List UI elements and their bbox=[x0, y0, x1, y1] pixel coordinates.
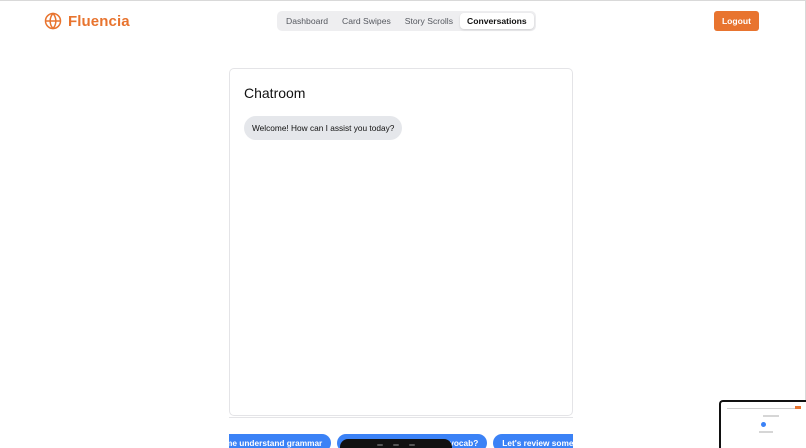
tab-conversations[interactable]: Conversations bbox=[460, 13, 534, 29]
screenshot-thumbnail-preview[interactable] bbox=[719, 400, 806, 448]
suggestion-chip-grammar[interactable]: me understand grammar bbox=[229, 434, 332, 448]
thumbnail-line bbox=[759, 431, 773, 433]
tab-dashboard[interactable]: Dashboard bbox=[279, 13, 335, 29]
logout-button[interactable]: Logout bbox=[714, 11, 759, 31]
nav-tabs: Dashboard Card Swipes Story Scrolls Conv… bbox=[277, 11, 536, 31]
floating-toolbar[interactable] bbox=[340, 439, 452, 448]
brand-name: Fluencia bbox=[68, 12, 130, 30]
toolbar-handle-icon bbox=[393, 444, 399, 446]
tab-story-scrolls[interactable]: Story Scrolls bbox=[398, 13, 460, 29]
tab-card-swipes[interactable]: Card Swipes bbox=[335, 13, 398, 29]
thumbnail-line bbox=[763, 415, 779, 417]
top-nav-bar: Fluencia Dashboard Card Swipes Story Scr… bbox=[0, 1, 806, 41]
thumbnail-dot bbox=[761, 422, 766, 427]
assistant-message-bubble: Welcome! How can I assist you today? bbox=[244, 116, 403, 140]
thumbnail-header-line bbox=[727, 408, 801, 409]
thumbnail-accent bbox=[795, 406, 801, 409]
toolbar-handle-icon bbox=[377, 444, 383, 446]
chatroom-panel: Chatroom Welcome! How can I assist you t… bbox=[229, 68, 573, 416]
globe-icon bbox=[44, 12, 62, 30]
suggestion-chip-vocab-end: vocab? bbox=[449, 438, 479, 448]
brand-logo[interactable]: Fluencia bbox=[44, 11, 130, 31]
toolbar-handle-icon bbox=[409, 444, 415, 446]
suggestion-chip-review[interactable]: Let's review some v bbox=[493, 434, 573, 448]
chatroom-title: Chatroom bbox=[244, 85, 306, 101]
